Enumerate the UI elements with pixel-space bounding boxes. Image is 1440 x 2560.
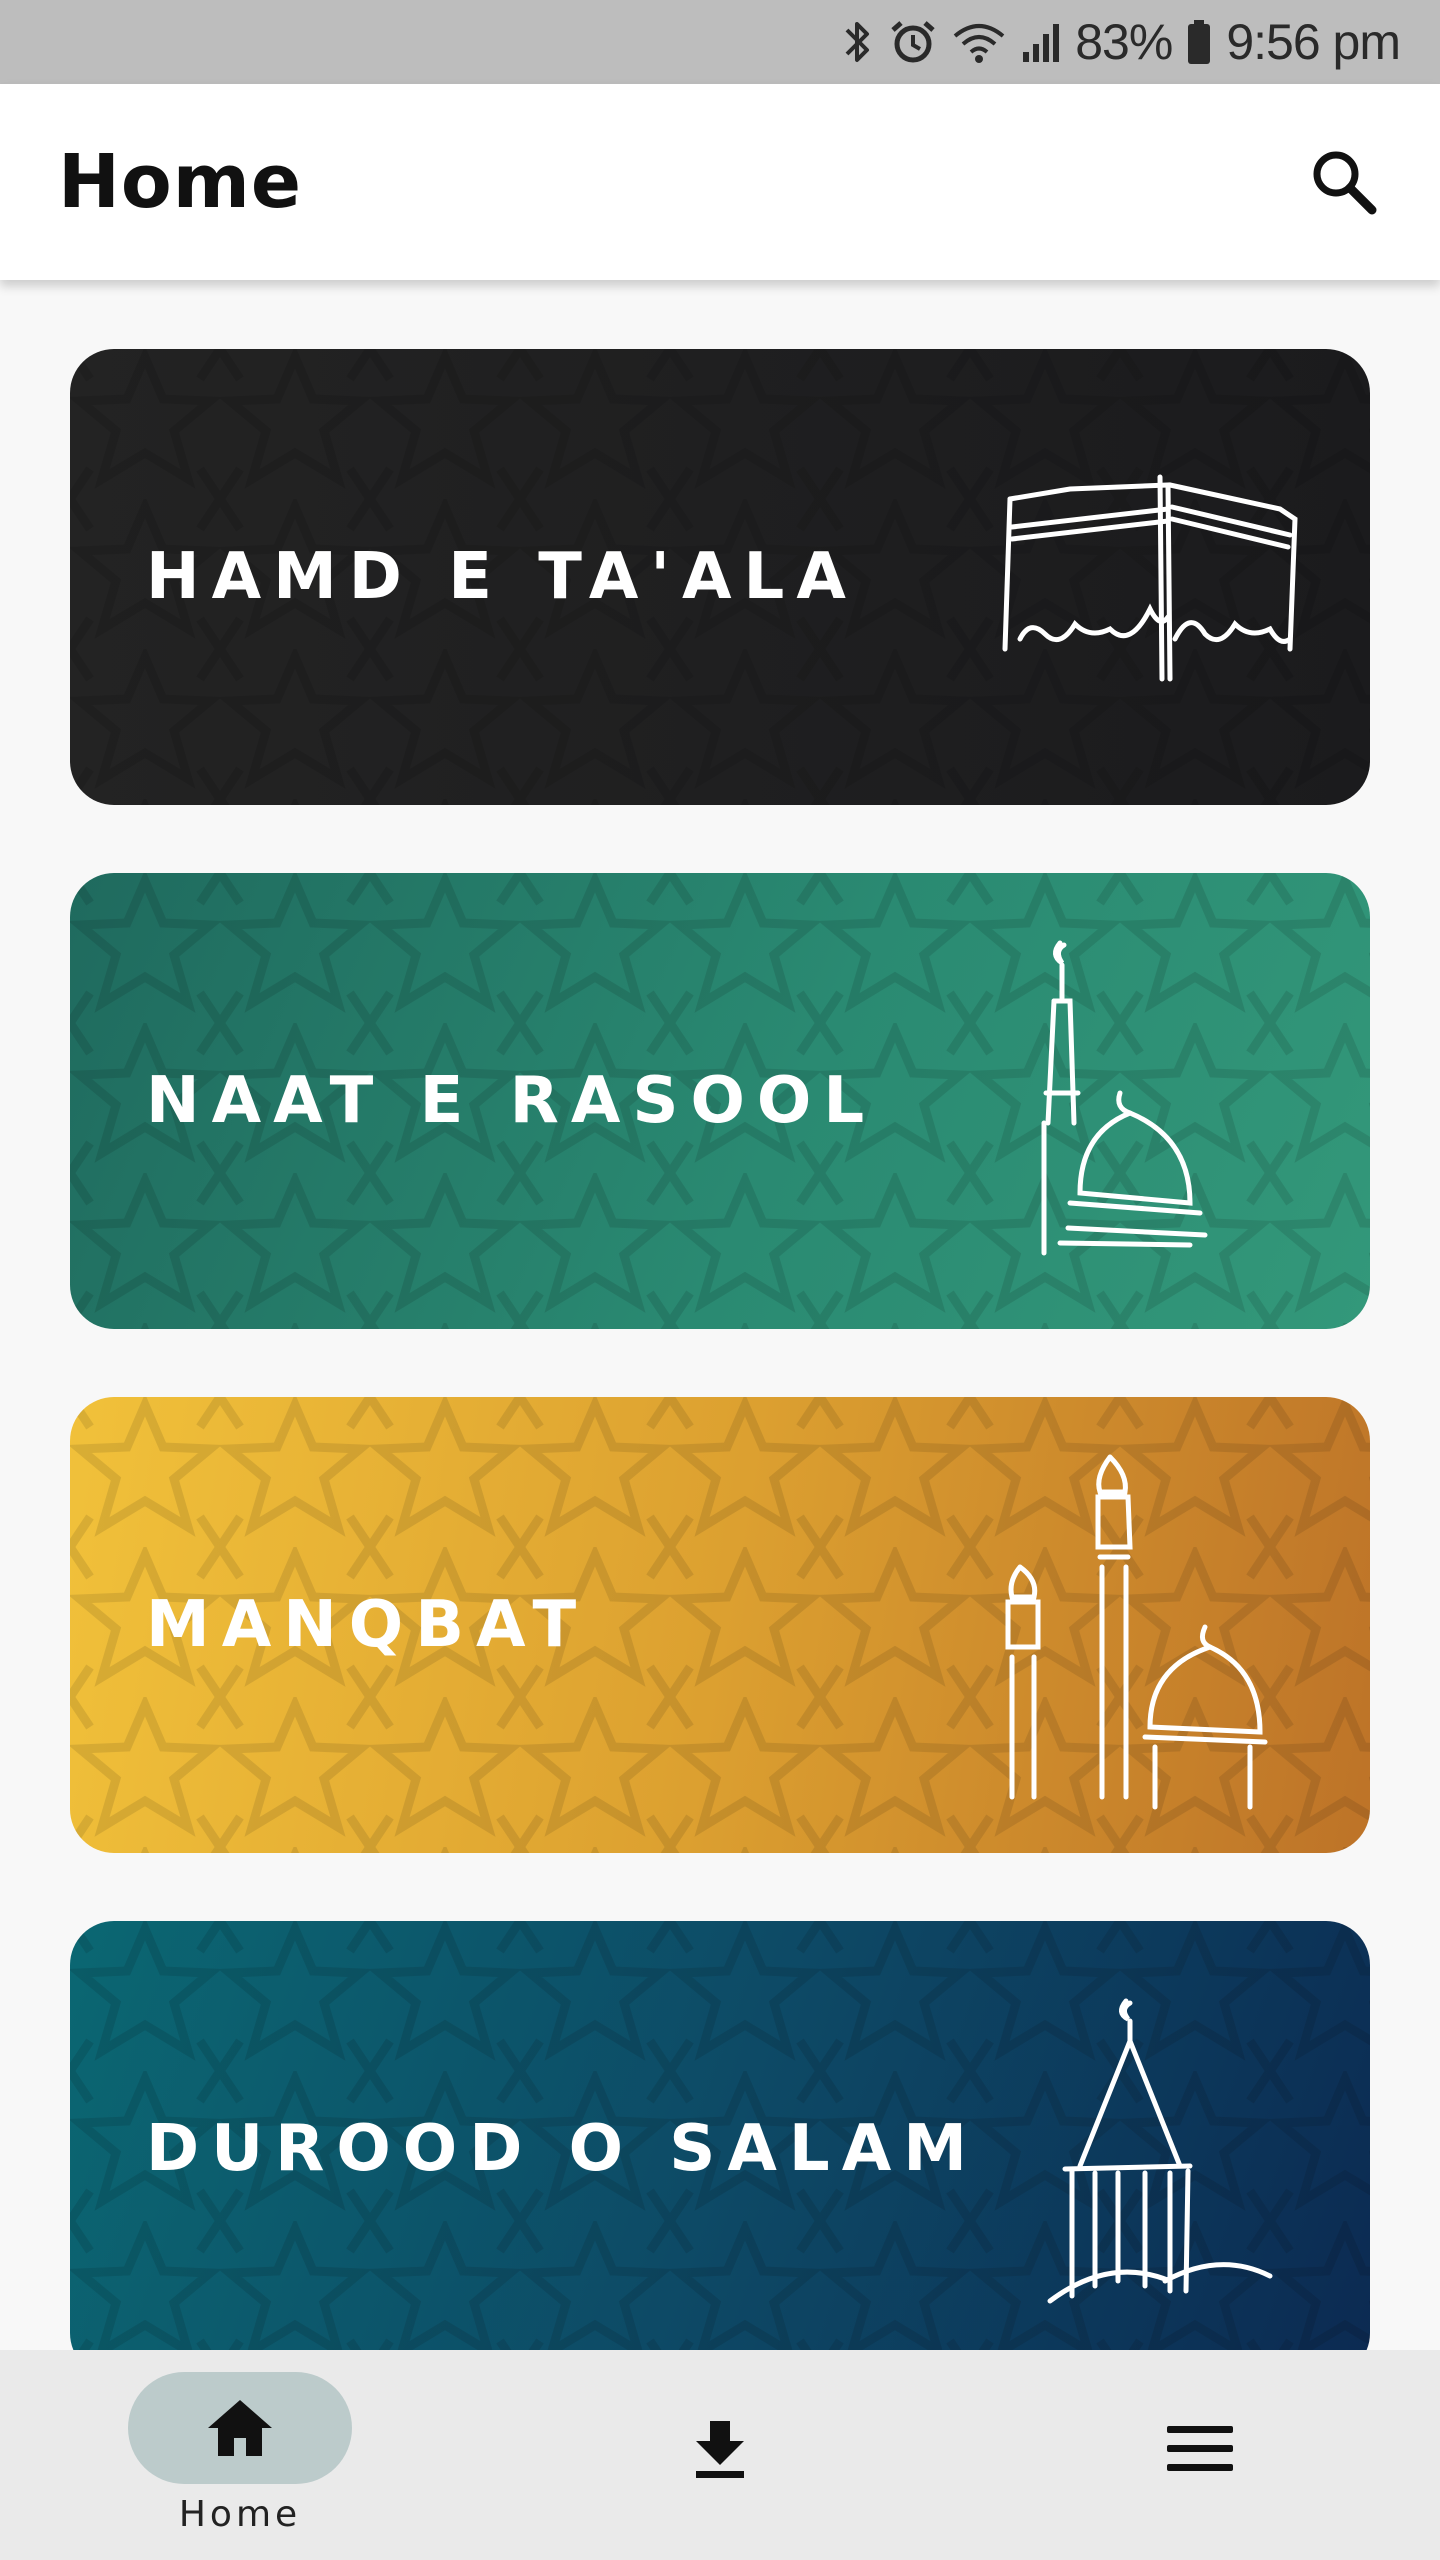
app-bar: Home: [0, 84, 1440, 280]
download-icon: [696, 2421, 744, 2478]
nav-home[interactable]: Home: [90, 2350, 390, 2560]
page-title: Home: [58, 139, 303, 225]
category-card-manqbat[interactable]: MANQBAT: [70, 1397, 1370, 1853]
bottom-navigation: Home: [0, 2350, 1440, 2560]
signal-icon: [1021, 18, 1061, 66]
green-dome-icon: [1041, 940, 1208, 1256]
nav-home-label: Home: [178, 2494, 302, 2535]
home-icon: [208, 2400, 272, 2456]
card-title: HAMD E TA'ALA: [146, 540, 858, 614]
bluetooth-icon: [841, 18, 875, 66]
status-bar: 83% 9:56 pm: [0, 0, 1440, 84]
nav-menu[interactable]: [1050, 2350, 1350, 2560]
wifi-icon: [951, 18, 1007, 66]
nav-downloads[interactable]: [570, 2350, 870, 2560]
alarm-icon: [889, 18, 937, 66]
card-title: NAAT E RASOOL: [146, 1064, 877, 1138]
category-list: HAMD E TA'ALA NAAT E RASOOL MANQBAT DURO…: [70, 349, 1370, 2445]
category-card-naat[interactable]: NAAT E RASOOL: [70, 873, 1370, 1329]
category-card-durood[interactable]: DUROOD O SALAM: [70, 1921, 1370, 2377]
card-title: MANQBAT: [146, 1588, 589, 1662]
battery-percent: 83%: [1075, 14, 1173, 70]
card-title: DUROOD O SALAM: [146, 2112, 979, 2186]
nav-home-indicator: [128, 2372, 352, 2484]
shrine-icon: [1005, 1454, 1268, 1810]
menu-icon: [1167, 2426, 1233, 2471]
search-icon: [1313, 151, 1377, 215]
kaaba-icon: [1002, 474, 1298, 682]
category-card-hamd[interactable]: HAMD E TA'ALA: [70, 349, 1370, 805]
mosque-minaret-icon: [1047, 1998, 1273, 2304]
search-button[interactable]: [1296, 134, 1392, 230]
battery-icon: [1186, 18, 1212, 66]
clock: 9:56 pm: [1226, 14, 1401, 70]
